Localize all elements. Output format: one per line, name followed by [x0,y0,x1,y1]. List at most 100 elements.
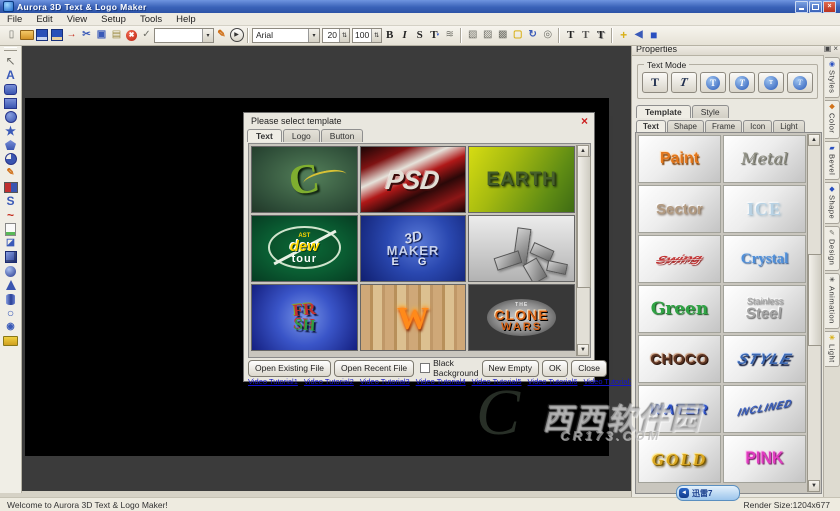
texture-icon[interactable]: ▩ [495,27,510,43]
star-tool-icon[interactable]: ★ [2,124,19,138]
new-file-icon[interactable]: ▯ [4,27,19,43]
font-family-combo[interactable]: Arial ▾ [252,28,320,43]
rect-tool-icon[interactable] [2,96,19,110]
xunlei-download-button[interactable]: ◄ 迅雷7 [676,485,740,501]
template-pink[interactable]: PINK [723,435,806,483]
animation-side-tab[interactable]: ✳ Animation [825,273,840,329]
menu-edit[interactable]: Edit [29,14,59,25]
pen-tool-icon[interactable]: ✎ [2,166,19,180]
back-icon[interactable]: ◀ [631,27,646,43]
text-bevel-icon[interactable]: T [563,27,578,43]
template-sector[interactable]: Sector [638,185,721,233]
save-icon[interactable] [34,27,49,43]
text-mode-italic-button[interactable]: T [671,72,697,93]
scrollbar-thumb[interactable] [577,156,591,288]
video-tutorial-link[interactable]: Video Tutorial6 [528,377,578,386]
video-tutorial-link[interactable]: Video Tutorial7 [583,377,633,386]
template-swing[interactable]: Swing [638,235,721,283]
template-clone-wars[interactable]: THE CLONE WARS [468,284,575,351]
template-earth[interactable]: EARTH [468,146,575,213]
paste-icon[interactable]: ▤ [109,27,124,43]
cylinder-tool-icon[interactable] [2,292,19,306]
video-tutorial-link[interactable]: Video Tutorial2 [304,377,354,386]
toolbar-grip[interactable] [4,47,17,51]
subtab-light[interactable]: Light [773,120,804,132]
scrollbar-thumb[interactable] [808,254,822,346]
scroll-up-icon[interactable]: ▲ [808,134,820,146]
spline-edit-tool-icon[interactable]: ~ [2,208,19,222]
pie-tool-icon[interactable] [2,152,19,166]
sphere-tool-icon[interactable] [2,264,19,278]
video-tutorial-link[interactable]: Video Tutorial5 [472,377,522,386]
text-texture-icon[interactable]: T [593,27,608,43]
ok-button[interactable]: OK [542,360,568,377]
close-button[interactable]: × [823,1,836,13]
shape-side-tab[interactable]: ◆ Shape [825,182,840,224]
extrude-tool-icon[interactable]: ◪ [2,236,19,250]
design-side-tab[interactable]: ✎ Design [825,226,840,270]
text-tool-icon[interactable]: A [2,68,19,82]
cube-tool-icon[interactable] [2,250,19,264]
scroll-down-icon[interactable]: ▼ [808,480,820,492]
bold-button[interactable]: B [382,27,397,43]
template-c-logo[interactable]: C [251,146,358,213]
menu-help[interactable]: Help [169,14,203,25]
text-orientation-button[interactable]: T▾ [427,27,442,43]
template-style[interactable]: STYLE [723,335,806,383]
subtab-icon[interactable]: Icon [743,120,772,132]
rotate-view-icon[interactable]: ↻ [525,27,540,43]
video-tutorial-link[interactable]: Video Tutorial1 [248,377,298,386]
save-as-icon[interactable] [49,27,64,43]
ellipse-tool-icon[interactable] [2,110,19,124]
sphere-map-icon[interactable]: ◎ [540,27,555,43]
apply-icon[interactable]: ✓ [139,27,154,43]
open-existing-file-button[interactable]: Open Existing File [248,360,331,377]
snap-icon[interactable]: + [616,27,631,43]
color-swatch-icon[interactable]: ■ [646,27,661,43]
pentagon-tool-icon[interactable] [2,138,19,152]
template-metal[interactable]: Metal [723,135,806,183]
menu-setup[interactable]: Setup [94,14,133,25]
subtab-shape[interactable]: Shape [667,120,704,132]
tab-template[interactable]: Template [636,105,691,118]
tab-logo[interactable]: Logo [283,129,320,142]
minimize-button[interactable] [795,1,808,13]
template-stainless-steel[interactable]: Stainless Steel [723,285,806,333]
text-mode-3d-italic-button[interactable]: T [729,72,755,93]
template-crystal[interactable]: Crystal [723,235,806,283]
template-ice[interactable]: ICE [723,185,806,233]
torus-tool-icon[interactable]: ○ [2,306,19,320]
template-water[interactable]: WATER [638,385,721,433]
template-fresh[interactable]: FR SH [251,284,358,351]
select-tool-icon[interactable]: ↖ [2,54,19,68]
truck-tool-icon[interactable] [2,334,19,348]
template-green[interactable]: Green [638,285,721,333]
template-metal-letters[interactable] [468,215,575,282]
play-button[interactable]: ▶ [229,27,244,43]
open-recent-file-button[interactable]: Open Recent File [334,360,414,377]
font-size-spinner[interactable]: 20 ⇅ [322,28,350,43]
copy-icon[interactable]: ▣ [94,27,109,43]
template-inclined[interactable]: INCLINED [723,385,806,433]
styles-side-tab[interactable]: ◉ Styles [825,57,840,98]
wireframe-icon[interactable]: ▢ [510,27,525,43]
text-outline-icon[interactable]: T [578,27,593,43]
text-mode-3d-outline-button[interactable]: T [787,72,813,93]
sphere2-tool-icon[interactable]: ◉ [2,320,19,334]
menu-view[interactable]: View [60,14,94,25]
style-combo[interactable]: ▾ [154,28,214,43]
book-shape-tool-icon[interactable] [2,180,19,194]
text-mode-3d-small-button[interactable]: T [758,72,784,93]
video-tutorial-link[interactable]: Video Tutorial3 [360,377,410,386]
tab-text[interactable]: Text [247,129,282,142]
export-icon[interactable]: → [64,27,79,43]
close-dialog-button[interactable]: Close [571,360,607,377]
color-side-tab[interactable]: ❖ Color [825,100,840,138]
light-side-tab[interactable]: ☀ Light [825,331,840,368]
char-spacing-spinner[interactable]: 100 ⇅ [352,28,382,43]
open-file-icon[interactable] [19,27,34,43]
cut-icon[interactable]: ✂ [79,27,94,43]
text-align-button[interactable]: ≋ [442,27,457,43]
shadow-button[interactable]: S [412,27,427,43]
template-choco[interactable]: CHOCO [638,335,721,383]
